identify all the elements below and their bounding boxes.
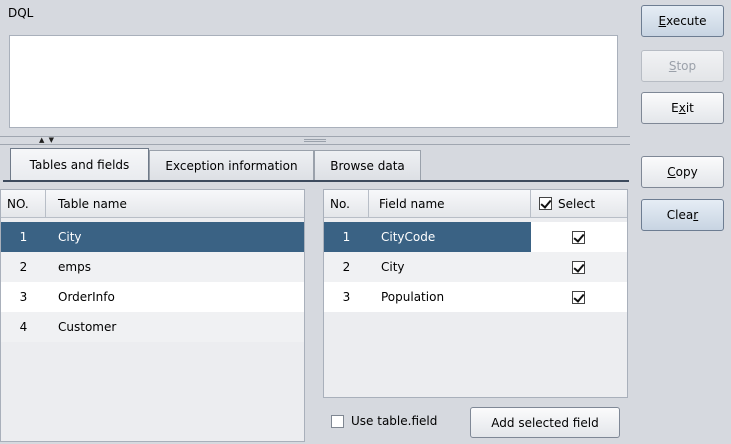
splitter-line bbox=[0, 136, 630, 137]
dql-label: DQL bbox=[8, 6, 34, 20]
row-number: 1 bbox=[19, 230, 28, 244]
select-cell-inner bbox=[572, 222, 585, 252]
add-selected-field-button[interactable]: Add selected field bbox=[470, 407, 620, 438]
table-name-cell: City bbox=[58, 230, 82, 244]
execute-button[interactable]: Execute bbox=[641, 5, 724, 37]
splitter-arrows-icon[interactable]: ▲ ▼ bbox=[39, 136, 55, 144]
table-row[interactable]: 3 OrderInfo bbox=[1, 282, 304, 312]
table-row[interactable]: 4 Customer bbox=[1, 312, 304, 342]
select-cell bbox=[531, 222, 627, 252]
table-row[interactable]: 2 emps bbox=[1, 252, 304, 282]
copy-mnemonic: C bbox=[667, 165, 676, 179]
fields-table[interactable]: No. Field name Select 1 CityCode 2 City … bbox=[323, 189, 628, 398]
exit-label-post: it bbox=[685, 101, 694, 115]
field-select-checkbox[interactable] bbox=[572, 290, 585, 304]
table-row[interactable]: 1 CityCode bbox=[324, 222, 531, 252]
execute-mnemonic: E bbox=[658, 14, 667, 28]
splitter-line bbox=[0, 144, 630, 145]
table-name-cell: Customer bbox=[58, 320, 117, 334]
row-number: 2 bbox=[19, 260, 28, 274]
table-row[interactable]: 1 City bbox=[1, 222, 304, 252]
column-header-field-name[interactable]: Field name bbox=[369, 190, 531, 218]
field-select-checkbox[interactable] bbox=[572, 260, 585, 274]
row-number: 3 bbox=[342, 290, 351, 304]
column-header-table-name[interactable]: Table name bbox=[46, 190, 304, 218]
clear-button[interactable]: Clea r bbox=[641, 199, 724, 231]
tab-underline bbox=[3, 180, 629, 182]
clear-label-pre: Clea bbox=[666, 208, 694, 222]
table-row[interactable]: 2 City bbox=[324, 252, 627, 282]
execute-label-post: xecute bbox=[666, 14, 707, 28]
select-cell-inner bbox=[572, 282, 585, 312]
table-row[interactable]: 3 Population bbox=[324, 282, 627, 312]
table-name-cell: OrderInfo bbox=[58, 290, 115, 304]
copy-button[interactable]: Copy bbox=[641, 156, 724, 188]
select-header-label: Select bbox=[558, 196, 596, 211]
stop-mnemonic: S bbox=[668, 59, 677, 73]
exit-mnemonic: x bbox=[678, 101, 686, 115]
tab-exception-information[interactable]: Exception information bbox=[149, 150, 314, 180]
tab-tables-and-fields[interactable]: Tables and fields bbox=[10, 148, 149, 180]
field-name-cell: City bbox=[381, 260, 405, 274]
column-header-no[interactable]: No. bbox=[324, 190, 369, 218]
use-table-field-label: Use table.field bbox=[351, 414, 438, 428]
tables-table[interactable]: NO. Table name 1 City 2 emps 3 OrderInfo… bbox=[0, 189, 305, 442]
exit-button[interactable]: Ex it bbox=[641, 92, 724, 124]
exit-label-pre: E bbox=[671, 101, 679, 115]
field-name-cell: CityCode bbox=[381, 230, 436, 244]
field-name-cell: Population bbox=[381, 290, 445, 304]
field-select-checkbox[interactable] bbox=[572, 230, 585, 244]
use-table-field-option[interactable]: Use table.field bbox=[331, 414, 437, 428]
dql-query-editor[interactable] bbox=[9, 35, 618, 128]
column-header-select[interactable]: Select bbox=[531, 190, 627, 218]
clear-mnemonic: r bbox=[693, 208, 699, 222]
use-table-field-checkbox[interactable] bbox=[331, 414, 344, 428]
row-number: 3 bbox=[19, 290, 28, 304]
select-cell-inner bbox=[572, 252, 585, 282]
stop-button[interactable]: Stop bbox=[641, 50, 724, 82]
copy-label-post: opy bbox=[675, 165, 698, 179]
splitter-grip-icon[interactable] bbox=[304, 139, 326, 142]
select-all-checkbox[interactable] bbox=[539, 197, 552, 210]
table-name-cell: emps bbox=[58, 260, 91, 274]
row-number: 2 bbox=[342, 260, 351, 274]
column-header-no[interactable]: NO. bbox=[1, 190, 46, 218]
tab-browse-data[interactable]: Browse data bbox=[314, 150, 421, 180]
row-number: 1 bbox=[342, 230, 351, 244]
row-number: 4 bbox=[19, 320, 28, 334]
stop-label-post: top bbox=[676, 59, 697, 73]
